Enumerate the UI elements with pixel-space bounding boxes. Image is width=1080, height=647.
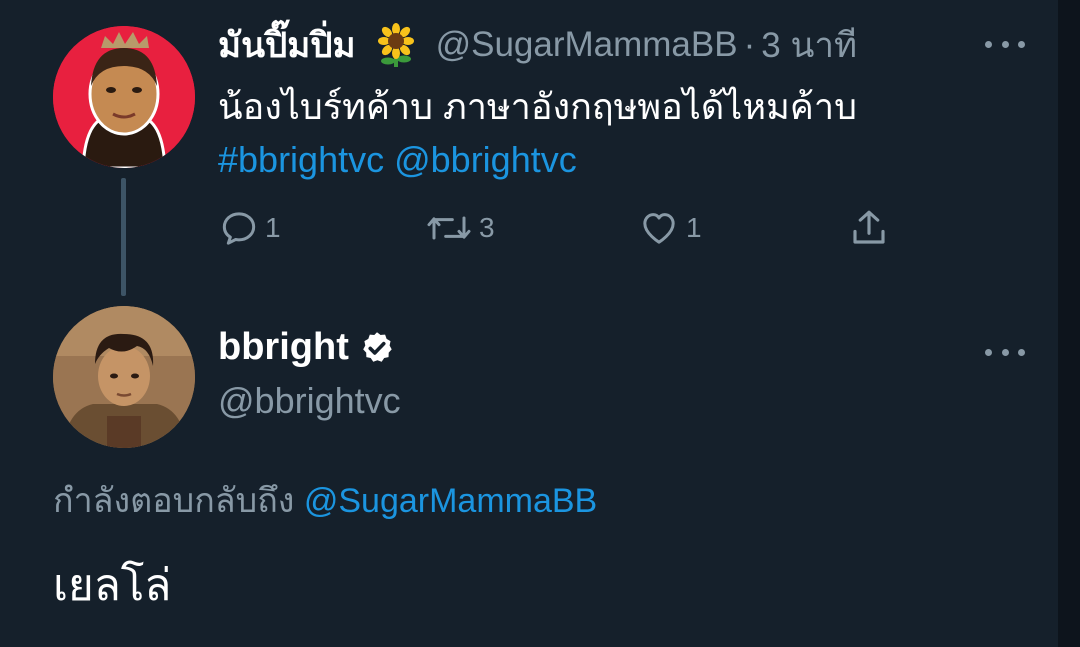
display-name[interactable]: bbright	[218, 326, 349, 369]
avatar-bbrightvc[interactable]	[53, 306, 195, 448]
avatar-image	[53, 26, 195, 168]
sunflower-emoji-icon	[377, 23, 414, 67]
heart-icon	[643, 213, 675, 244]
scroll-edge	[1058, 0, 1080, 647]
like-button[interactable]: 1	[638, 205, 702, 251]
avatar-sugarmammabb[interactable]	[53, 26, 195, 168]
more-options-icon[interactable]	[985, 38, 1025, 50]
like-count: 1	[686, 212, 702, 243]
retweet-icon	[427, 216, 471, 240]
thread-connector-line	[121, 178, 126, 296]
verified-badge-icon	[363, 331, 392, 362]
reply-icon	[222, 212, 256, 245]
timestamp[interactable]: 3 นาที	[761, 18, 857, 73]
tweet-links: #bbrightvc @bbrightvc	[218, 133, 587, 186]
retweet-count: 3	[479, 212, 495, 243]
hashtag-link[interactable]: #bbrightvc	[218, 139, 384, 180]
replying-to-label: กำลังตอบกลับถึง	[53, 482, 295, 520]
reply-text: เยลโล่	[53, 561, 172, 610]
display-name[interactable]: มันปิ๊มปิ่ม	[218, 18, 356, 73]
reply-header: bbright	[218, 326, 395, 369]
tweet-thread: มันปิ๊มปิ่ม @SugarMammaBB · 3 นาที น้องไ…	[0, 0, 1080, 647]
separator-dot: ·	[743, 25, 756, 64]
tweet-text: น้องไบร์ทค้าบ ภาษาอังกฤษพอได้ไหมค้าบ	[218, 86, 857, 127]
share-icon	[853, 210, 885, 244]
replying-to-mention[interactable]: @SugarMammaBB	[304, 482, 597, 520]
avatar-image	[53, 306, 195, 448]
user-handle[interactable]: @SugarMammaBB	[436, 25, 738, 65]
reply-button[interactable]: 1	[219, 205, 281, 251]
user-handle[interactable]: @bbrightvc	[218, 380, 401, 422]
retweet-button[interactable]: 3	[425, 205, 495, 251]
mention-link[interactable]: @bbrightvc	[394, 139, 577, 180]
replying-to: กำลังตอบกลับถึง @SugarMammaBB	[53, 473, 597, 527]
more-options-icon[interactable]	[985, 346, 1025, 358]
share-button[interactable]	[847, 205, 891, 251]
tweet-header: มันปิ๊มปิ่ม @SugarMammaBB · 3 นาที	[218, 20, 857, 70]
reply-count: 1	[265, 212, 281, 243]
